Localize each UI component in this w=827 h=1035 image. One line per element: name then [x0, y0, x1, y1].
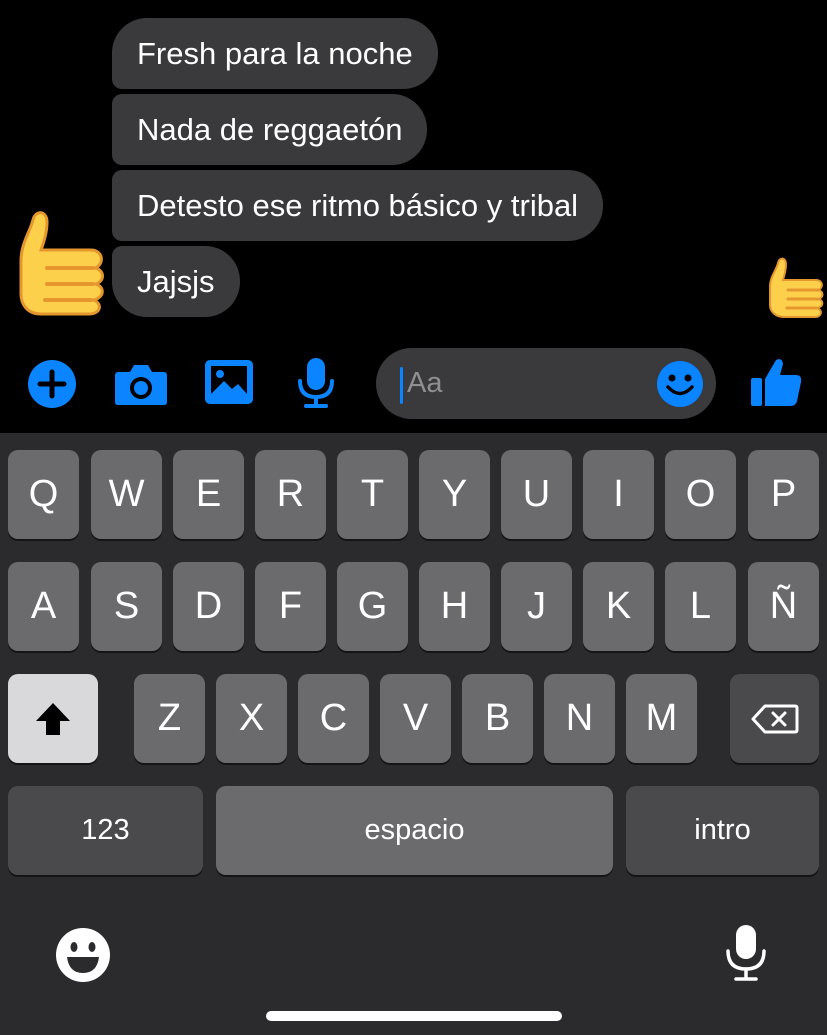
plus-icon[interactable]: [27, 359, 77, 409]
thumbs-up-reaction-icon: [769, 257, 824, 318]
key-v[interactable]: V: [380, 674, 451, 763]
key-a[interactable]: A: [8, 562, 79, 651]
key-o[interactable]: O: [665, 450, 736, 539]
key-f[interactable]: F: [255, 562, 326, 651]
key-n[interactable]: N: [544, 674, 615, 763]
key-w[interactable]: W: [91, 450, 162, 539]
camera-icon[interactable]: [114, 362, 168, 406]
key-l[interactable]: L: [665, 562, 736, 651]
key-u[interactable]: U: [501, 450, 572, 539]
keyboard: Q W E R T Y U I O P A S D F G H J K L Ñ …: [0, 433, 827, 1035]
thumbs-up-icon[interactable]: [750, 357, 802, 407]
key-r[interactable]: R: [255, 450, 326, 539]
emoji-keyboard-icon[interactable]: [55, 927, 111, 983]
key-n-tilde[interactable]: Ñ: [748, 562, 819, 651]
home-indicator: [266, 1011, 562, 1021]
key-b[interactable]: B: [462, 674, 533, 763]
backspace-icon: [751, 704, 799, 734]
microphone-icon[interactable]: [296, 357, 336, 409]
message-input-placeholder: Aa: [407, 367, 443, 399]
key-g[interactable]: G: [337, 562, 408, 651]
thumbs-up-emoji-icon: [19, 211, 104, 316]
numbers-key[interactable]: 123: [8, 786, 203, 875]
key-i[interactable]: I: [583, 450, 654, 539]
text-caret: [400, 367, 403, 404]
key-m[interactable]: M: [626, 674, 697, 763]
key-h[interactable]: H: [419, 562, 490, 651]
key-p[interactable]: P: [748, 450, 819, 539]
key-s[interactable]: S: [91, 562, 162, 651]
message-bubble[interactable]: Nada de reggaetón: [112, 94, 428, 165]
key-d[interactable]: D: [173, 562, 244, 651]
key-e[interactable]: E: [173, 450, 244, 539]
composer-bar: Aa: [0, 335, 827, 433]
message-bubble[interactable]: Jajsjs: [112, 246, 240, 317]
shift-arrow-icon: [36, 703, 70, 735]
message-bubble[interactable]: Fresh para la noche: [112, 18, 438, 89]
key-x[interactable]: X: [216, 674, 287, 763]
key-j[interactable]: J: [501, 562, 572, 651]
return-key[interactable]: intro: [626, 786, 819, 875]
key-q[interactable]: Q: [8, 450, 79, 539]
message-thread: Fresh para la noche Nada de reggaetón De…: [0, 0, 827, 335]
key-t[interactable]: T: [337, 450, 408, 539]
emoji-icon[interactable]: [656, 360, 704, 408]
key-y[interactable]: Y: [419, 450, 490, 539]
shift-key[interactable]: [8, 674, 98, 763]
message-input[interactable]: Aa: [376, 348, 716, 419]
dictation-microphone-icon[interactable]: [724, 923, 768, 983]
image-icon[interactable]: [204, 359, 254, 405]
key-k[interactable]: K: [583, 562, 654, 651]
message-bubble[interactable]: Detesto ese ritmo básico y tribal: [112, 170, 604, 241]
delete-key[interactable]: [730, 674, 819, 763]
key-z[interactable]: Z: [134, 674, 205, 763]
key-c[interactable]: C: [298, 674, 369, 763]
space-key[interactable]: espacio: [216, 786, 613, 875]
